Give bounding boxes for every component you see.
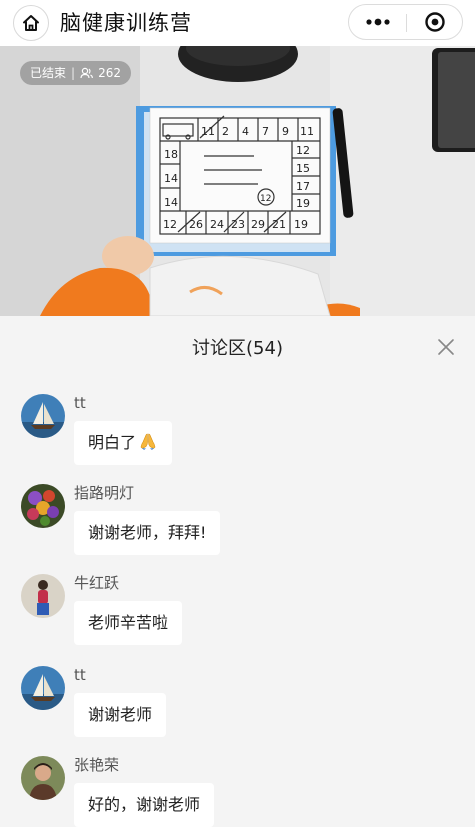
- avatar[interactable]: [21, 394, 65, 438]
- board-number: 29: [251, 218, 265, 231]
- chat-message: tt 谢谢老师: [0, 666, 475, 738]
- avatar[interactable]: [21, 666, 65, 710]
- board-number: 2: [222, 125, 229, 138]
- message-bubble: 好的，谢谢老师: [74, 783, 215, 827]
- message-bubble: 老师辛苦啦: [74, 601, 183, 645]
- chat-message: 指路明灯 谢谢老师，拜拜!: [0, 484, 475, 556]
- sender-name: 牛红跃: [74, 574, 120, 592]
- avatar[interactable]: [21, 574, 65, 618]
- discussion-title: 讨论区(54): [192, 338, 283, 359]
- board-number: 26: [189, 218, 203, 231]
- board-number: 19: [294, 218, 308, 231]
- message-bubble: 谢谢老师，拜拜!: [74, 511, 221, 555]
- more-dots-icon: [365, 18, 390, 26]
- board-number: 12: [296, 144, 310, 157]
- avatar[interactable]: [21, 756, 65, 800]
- sender-name: 指路明灯: [74, 484, 135, 502]
- avatar[interactable]: [21, 484, 65, 528]
- sailboat-avatar-icon: [21, 394, 65, 438]
- pray-emoji: [140, 433, 156, 450]
- miniprogram-close-icon: [425, 12, 445, 32]
- close-icon: [438, 339, 454, 355]
- home-button[interactable]: [13, 5, 49, 41]
- message-text: 明白了: [88, 433, 137, 452]
- board-number: 14: [164, 196, 178, 209]
- discussion-panel: 讨论区(54) tt 明白了 指路明灯 谢谢老师，拜拜! 牛红跃 老师辛苦啦 t…: [0, 316, 475, 827]
- badge-separator: |: [71, 66, 76, 80]
- board-number: 17: [296, 180, 310, 193]
- chat-message: tt 明白了: [0, 394, 475, 466]
- board-number: 11: [201, 125, 215, 138]
- portrait-avatar-icon: [21, 756, 65, 800]
- sender-name: 张艳荣: [74, 756, 120, 774]
- flowers-avatar-icon: [21, 484, 65, 528]
- board-number: 9: [282, 125, 289, 138]
- board-number: 24: [210, 218, 224, 231]
- message-bubble: 明白了: [74, 421, 173, 465]
- board-number: 12: [260, 194, 271, 204]
- board-number: 19: [296, 197, 310, 210]
- sailboat-avatar-icon: [21, 666, 65, 710]
- board-number: 12: [163, 218, 177, 231]
- viewer-count: 262: [98, 66, 121, 80]
- viewers-icon: [80, 67, 93, 79]
- live-status-badge: 已结束 | 262: [20, 61, 131, 85]
- board-number: 4: [242, 125, 249, 138]
- sender-name: tt: [74, 666, 86, 684]
- chat-message: 张艳荣 好的，谢谢老师: [0, 756, 475, 827]
- board-number: 18: [164, 148, 178, 161]
- page-title: 脑健康训练营: [60, 11, 192, 35]
- more-button[interactable]: [349, 5, 406, 39]
- board-number: 14: [164, 172, 178, 185]
- home-icon: [23, 15, 39, 31]
- exit-miniprogram-button[interactable]: [407, 5, 463, 39]
- live-video-player[interactable]: 11 2 4 7 9 11 12 15 17 19 19 18 14 14 12…: [0, 46, 475, 316]
- miniprogram-capsule: [348, 4, 463, 40]
- discussion-close-button[interactable]: [434, 335, 458, 359]
- live-status-text: 已结束: [30, 66, 67, 80]
- discussion-header: 讨论区(54): [0, 316, 475, 378]
- top-navigation-bar: 脑健康训练营: [0, 0, 475, 46]
- sender-name: tt: [74, 394, 86, 412]
- board-number: 7: [262, 125, 269, 138]
- board-number: 23: [231, 218, 245, 231]
- board-number: 11: [300, 125, 314, 138]
- message-bubble: 谢谢老师: [74, 693, 167, 737]
- chat-message: 牛红跃 老师辛苦啦: [0, 574, 475, 646]
- video-frame-scene: 11 2 4 7 9 11 12 15 17 19 19 18 14 14 12…: [0, 46, 475, 316]
- board-number: 21: [272, 218, 286, 231]
- board-number: 15: [296, 162, 310, 175]
- person-avatar-icon: [21, 574, 65, 618]
